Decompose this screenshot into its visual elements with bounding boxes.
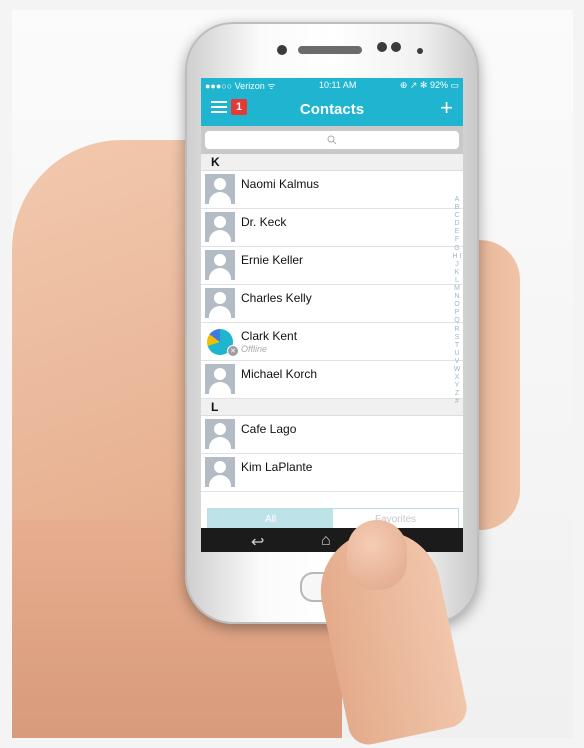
contact-row[interactable]: Cafe Lago (201, 416, 463, 454)
contact-name: Michael Korch (241, 367, 318, 381)
add-contact-icon[interactable]: + (440, 97, 453, 119)
proximity-sensor (391, 42, 401, 52)
status-icons: ⊕ ↗ ✻ 92% ▭ (399, 79, 459, 90)
phone-device: ●●●○○ Verizon ᯤ 10:11 AM ⊕ ↗ ✻ 92% ▭ 1 C… (185, 22, 479, 624)
sensor-dot (277, 45, 287, 55)
contact-name: Dr. Keck (241, 215, 287, 229)
section-header-l: L (201, 399, 463, 416)
avatar (205, 174, 235, 204)
avatar (205, 212, 235, 242)
fingertip (347, 520, 407, 590)
avatar (205, 419, 235, 449)
home-key-icon[interactable]: ⌂ (321, 532, 331, 550)
contact-name: Clark Kent (241, 329, 298, 343)
contact-row[interactable]: Kim LaPlante (201, 454, 463, 492)
contact-name: Charles Kelly (241, 291, 312, 305)
carrier-label: ●●●○○ Verizon ᯤ (205, 80, 276, 91)
offline-status-icon: ✕ (227, 345, 239, 357)
led-indicator (417, 48, 423, 54)
presence-status: Offline (241, 344, 268, 354)
avatar (205, 250, 235, 280)
speaker-grille (298, 46, 362, 54)
contact-row[interactable]: ✕ Clark Kent Offline (201, 323, 463, 361)
contact-row[interactable]: Naomi Kalmus (201, 171, 463, 209)
contact-row[interactable]: Ernie Keller (201, 247, 463, 285)
section-header-k: K (201, 154, 463, 171)
contact-name: Cafe Lago (241, 422, 297, 436)
page-title: Contacts (299, 101, 365, 118)
contact-name: Naomi Kalmus (241, 177, 320, 191)
contact-row[interactable]: Charles Kelly (201, 285, 463, 323)
contact-row[interactable]: Michael Korch (201, 361, 463, 399)
contact-name: Kim LaPlante (241, 460, 313, 474)
contact-row[interactable]: Dr. Keck (201, 209, 463, 247)
back-key-icon[interactable]: ↩ (251, 532, 264, 552)
avatar (205, 288, 235, 318)
contact-list: K Naomi Kalmus Dr. Keck Ernie Keller Cha… (201, 154, 463, 492)
contact-filter-tabs: All Favorites (207, 508, 459, 530)
search-input[interactable] (205, 131, 459, 149)
clock: 10:11 AM (318, 80, 357, 90)
avatar (205, 364, 235, 394)
tab-all[interactable]: All (208, 509, 333, 529)
alphabet-index-scrubber[interactable]: A B C D E F G H I J K L M N O P Q R S T … (452, 196, 462, 406)
search-icon (327, 135, 337, 145)
search-bar (201, 126, 463, 154)
avatar (205, 457, 235, 487)
front-camera (377, 42, 387, 52)
phone-screen: ●●●○○ Verizon ᯤ 10:11 AM ⊕ ↗ ✻ 92% ▭ 1 C… (201, 78, 463, 552)
contact-name: Ernie Keller (241, 253, 304, 267)
nav-bar: 1 Contacts + (201, 92, 463, 126)
status-bar: ●●●○○ Verizon ᯤ 10:11 AM ⊕ ↗ ✻ 92% ▭ (201, 78, 463, 92)
